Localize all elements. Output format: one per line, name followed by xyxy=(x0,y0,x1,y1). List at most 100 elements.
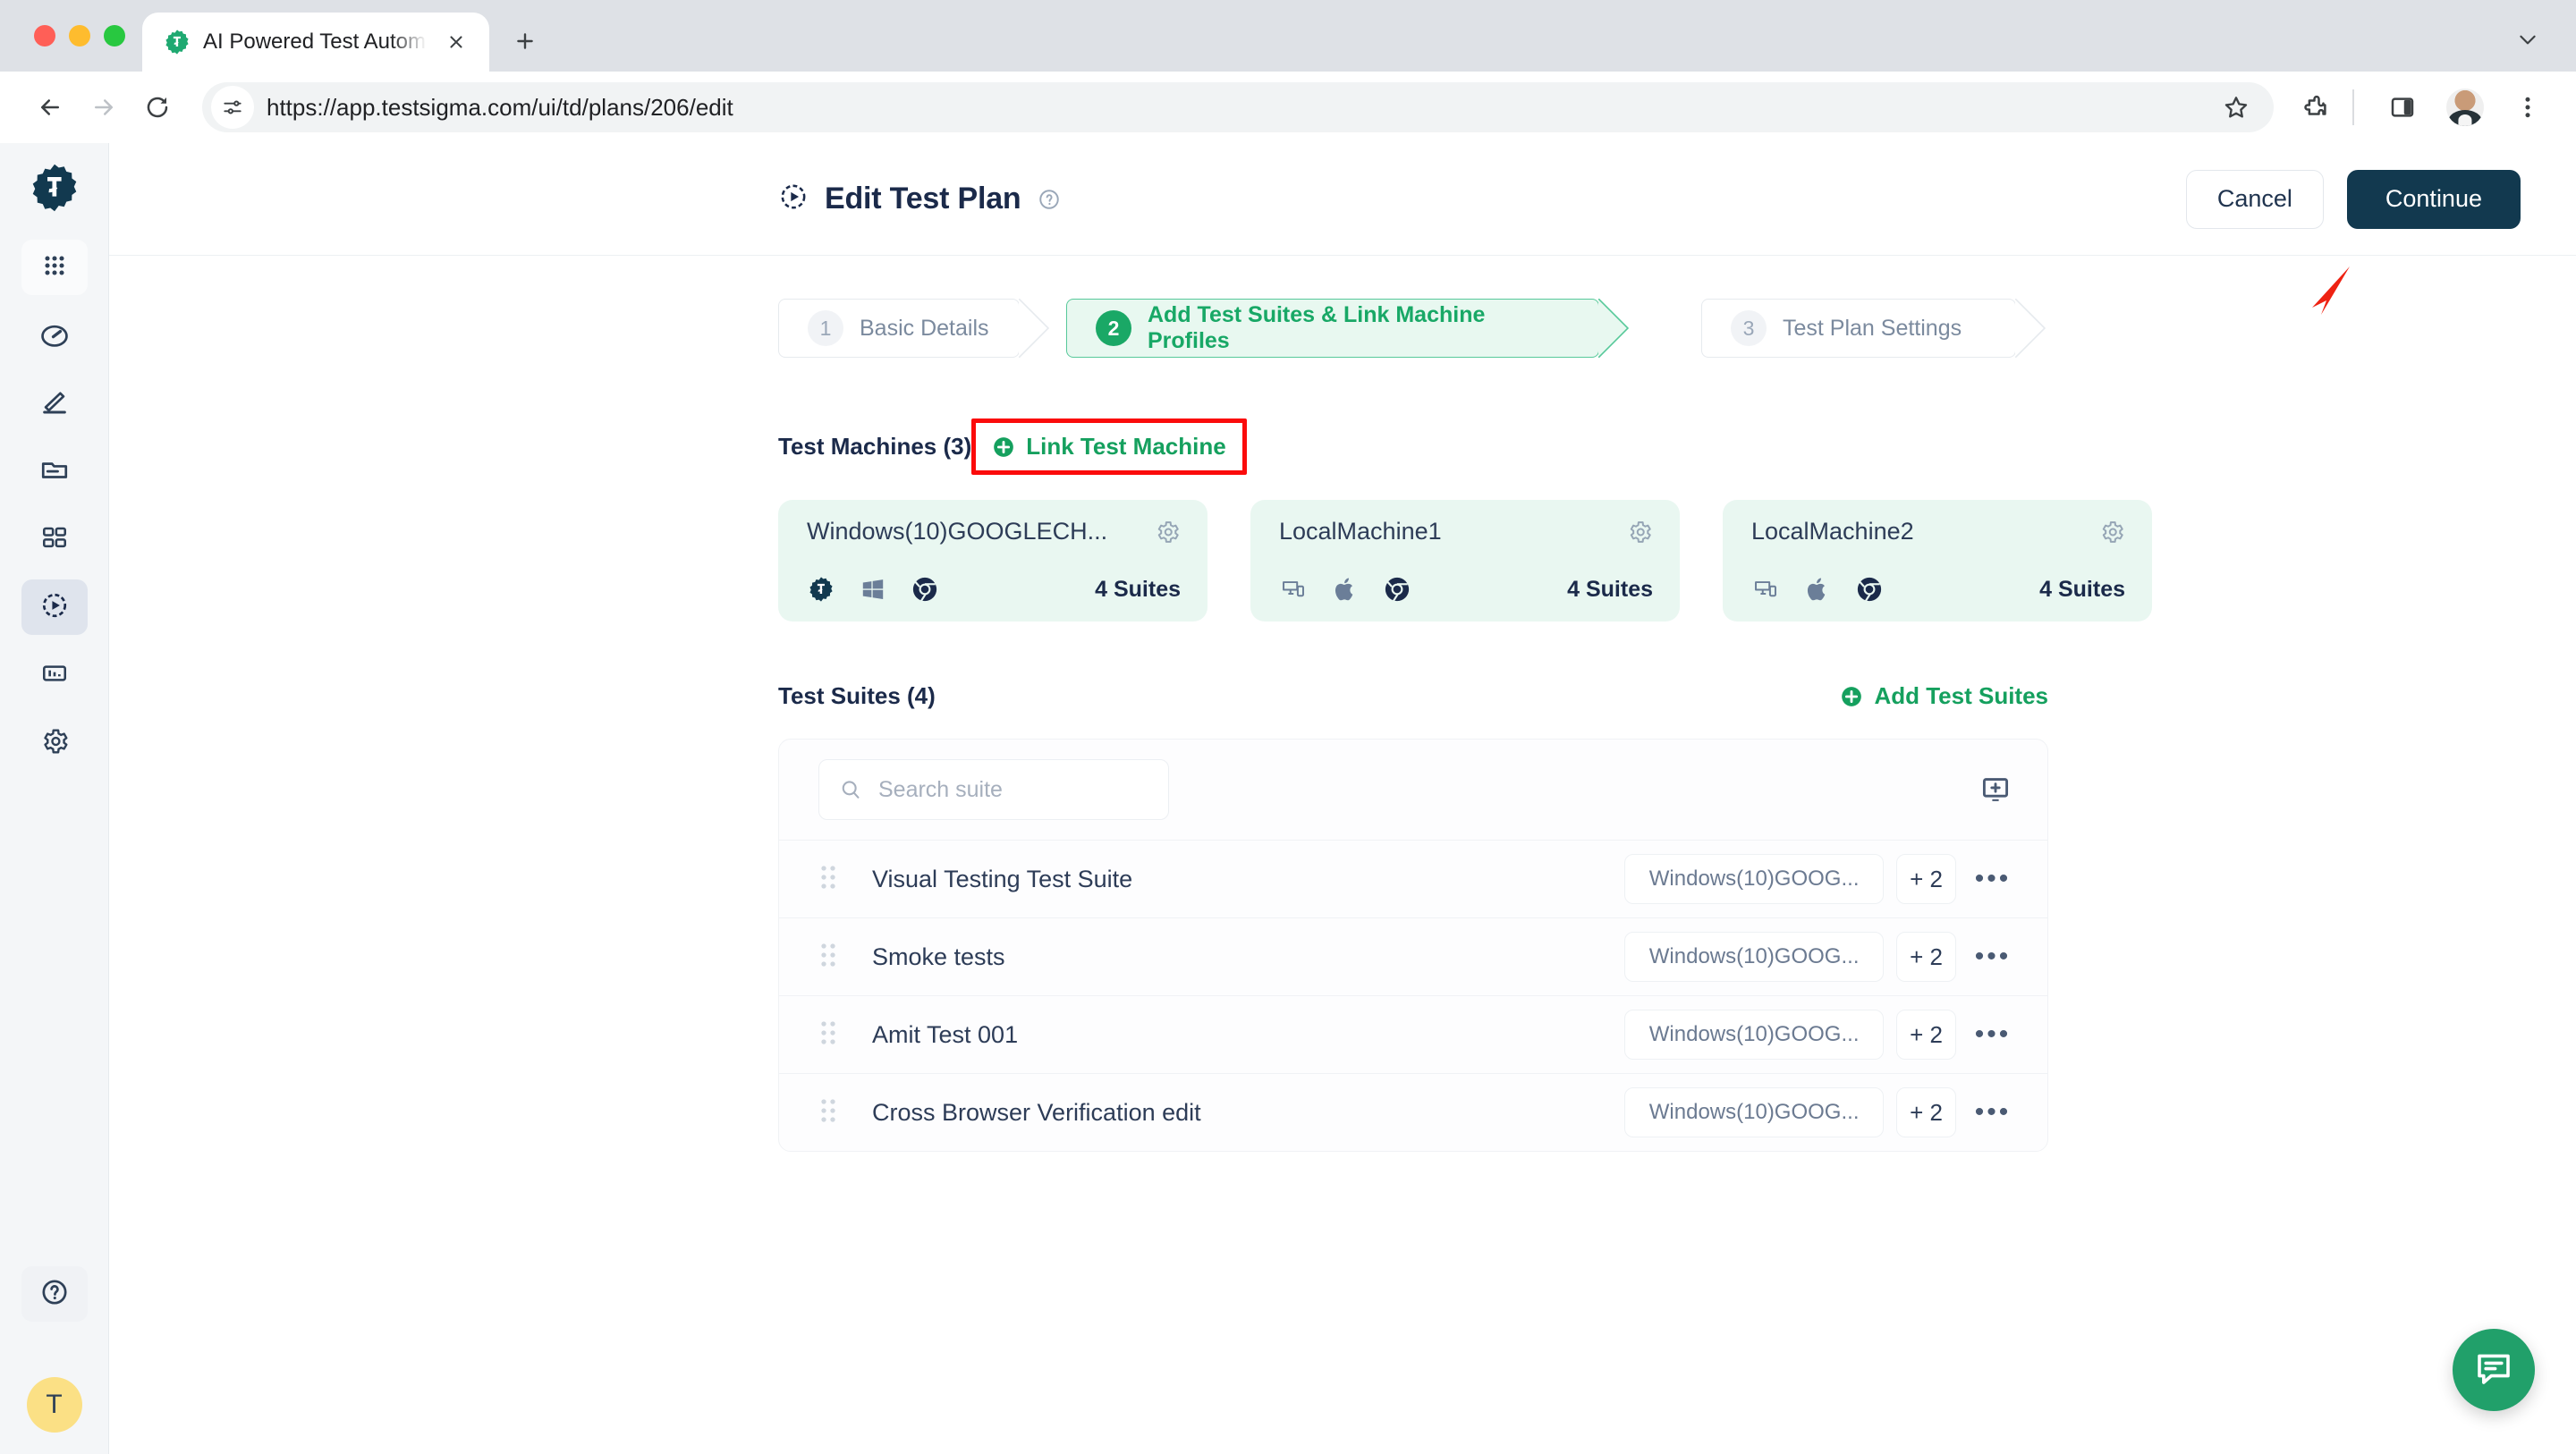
sidebar-item-reports[interactable] xyxy=(21,647,88,703)
suite-machine-chip[interactable]: Windows(10)GOOG... xyxy=(1624,932,1885,982)
new-tab-button[interactable] xyxy=(502,18,548,64)
windows-icon xyxy=(859,575,887,604)
three-dot-menu-icon[interactable] xyxy=(2503,82,2553,132)
suite-name: Cross Browser Verification edit xyxy=(872,1098,1201,1126)
user-avatar[interactable]: T xyxy=(26,1377,82,1433)
gear-icon[interactable] xyxy=(1626,519,1653,545)
extensions-puzzle-icon[interactable] xyxy=(2292,82,2342,132)
play-circle-icon xyxy=(778,182,809,216)
step-label: Basic Details xyxy=(860,315,989,341)
maximize-window-button[interactable] xyxy=(104,25,125,46)
star-icon[interactable] xyxy=(2211,82,2261,132)
close-tab-button[interactable] xyxy=(439,25,473,59)
step-basic-details[interactable]: 1 Basic Details xyxy=(778,299,1049,358)
row-menu-icon[interactable]: ••• xyxy=(1969,1010,2017,1059)
suite-extra-machines-chip[interactable]: + 2 xyxy=(1896,1087,1956,1137)
chat-support-button[interactable] xyxy=(2453,1329,2535,1411)
gear-icon[interactable] xyxy=(1154,519,1181,545)
machine-card[interactable]: LocalMachine1 4 Suites xyxy=(1250,500,1680,621)
machine-name: LocalMachine2 xyxy=(1751,518,1914,545)
testsigma-gear-icon xyxy=(807,575,835,604)
side-panel-icon[interactable] xyxy=(2377,82,2428,132)
link-test-machine-button[interactable]: Link Test Machine xyxy=(992,433,1226,461)
link-test-machine-highlight: Link Test Machine xyxy=(971,418,1247,475)
browser-tab[interactable]: AI Powered Test Automation P xyxy=(142,13,489,72)
suite-machine-chip[interactable]: Windows(10)GOOG... xyxy=(1624,1010,1885,1060)
suite-extra-machines-chip[interactable]: + 2 xyxy=(1896,932,1956,982)
drag-handle-icon[interactable] xyxy=(818,942,843,972)
cancel-button[interactable]: Cancel xyxy=(2185,169,2324,229)
suite-extra-machines-chip[interactable]: + 2 xyxy=(1896,1010,1956,1060)
chrome-icon xyxy=(1855,575,1884,604)
chevron-down-icon[interactable] xyxy=(2506,18,2549,61)
plus-circle-icon xyxy=(1840,685,1863,708)
drag-handle-icon[interactable] xyxy=(818,1019,843,1050)
help-circle-icon[interactable] xyxy=(1038,188,1061,211)
apple-icon xyxy=(1803,575,1832,604)
close-window-button[interactable] xyxy=(34,25,55,46)
sidebar-item-test-suites[interactable] xyxy=(21,511,88,567)
table-row[interactable]: Cross Browser Verification edit Windows(… xyxy=(779,1073,2047,1151)
suite-name: Smoke tests xyxy=(872,943,1005,970)
devices-icon xyxy=(1751,575,1780,604)
address-bar[interactable]: https://app.testsigma.com/ui/td/plans/20… xyxy=(202,82,2274,132)
page-title-group: Edit Test Plan xyxy=(778,182,1061,216)
reload-icon[interactable] xyxy=(131,80,184,134)
speedometer-icon xyxy=(39,318,70,353)
step-add-test-suites[interactable]: 2 Add Test Suites & Link Machine Profile… xyxy=(1066,299,1629,358)
row-menu-icon[interactable]: ••• xyxy=(1969,1088,2017,1137)
step-number: 3 xyxy=(1731,310,1767,346)
machine-card-footer: 4 Suites xyxy=(807,575,1181,604)
suite-row-actions: Windows(10)GOOG... + 2 ••• xyxy=(1624,854,2017,904)
folder-icon xyxy=(39,454,70,489)
search-input[interactable] xyxy=(878,776,1148,803)
machine-card-header: LocalMachine1 xyxy=(1279,518,1653,545)
sidebar-item-create[interactable] xyxy=(21,376,88,431)
testsigma-logo[interactable] xyxy=(26,159,83,216)
test-machines-list: Windows(10)GOOGLECH... 4 Suites LocalMac… xyxy=(778,500,2576,621)
plus-circle-icon xyxy=(992,435,1015,459)
window-traffic-lights xyxy=(34,25,125,46)
bar-chart-icon xyxy=(40,659,69,692)
minimize-window-button[interactable] xyxy=(69,25,90,46)
forward-arrow-icon[interactable] xyxy=(77,80,131,134)
help-button[interactable] xyxy=(21,1266,88,1322)
search-icon xyxy=(839,778,862,801)
sidebar-item-test-plans[interactable] xyxy=(21,579,88,635)
chrome-icon xyxy=(1383,575,1411,604)
grid-dots-icon xyxy=(40,251,69,284)
suite-name: Visual Testing Test Suite xyxy=(872,865,1133,892)
browser-window: AI Powered Test Automation P xyxy=(0,0,2576,1454)
test-suites-title: Test Suites (4) xyxy=(778,682,936,709)
site-settings-icon[interactable] xyxy=(211,86,254,129)
sidebar-item-test-cases[interactable] xyxy=(21,444,88,499)
test-machines-header: Test Machines (3) Link Test Machine xyxy=(778,418,2048,475)
add-screen-icon[interactable] xyxy=(1974,768,2017,811)
profile-avatar[interactable] xyxy=(2440,82,2490,132)
suite-extra-machines-chip[interactable]: + 2 xyxy=(1896,854,1956,904)
gear-icon[interactable] xyxy=(2098,519,2125,545)
suite-machine-chip[interactable]: Windows(10)GOOG... xyxy=(1624,854,1885,904)
table-row[interactable]: Smoke tests Windows(10)GOOG... + 2 ••• xyxy=(779,917,2047,995)
machine-suites-count: 4 Suites xyxy=(1095,576,1181,602)
back-arrow-icon[interactable] xyxy=(23,80,77,134)
suite-machine-chip[interactable]: Windows(10)GOOG... xyxy=(1624,1087,1885,1137)
chrome-icon xyxy=(911,575,939,604)
table-row[interactable]: Amit Test 001 Windows(10)GOOG... + 2 ••• xyxy=(779,995,2047,1073)
red-arrow-cursor xyxy=(2303,263,2357,334)
drag-handle-icon[interactable] xyxy=(818,1097,843,1128)
row-menu-icon[interactable]: ••• xyxy=(1969,855,2017,903)
continue-button[interactable]: Continue xyxy=(2346,169,2521,229)
row-menu-icon[interactable]: ••• xyxy=(1969,933,2017,981)
sidebar-item-dashboard[interactable] xyxy=(21,308,88,363)
machine-card[interactable]: LocalMachine2 4 Suites xyxy=(1723,500,2152,621)
machine-card-header: Windows(10)GOOGLECH... xyxy=(807,518,1181,545)
step-test-plan-settings[interactable]: 3 Test Plan Settings xyxy=(1701,299,2046,358)
table-row[interactable]: Visual Testing Test Suite Windows(10)GOO… xyxy=(779,840,2047,917)
machine-card[interactable]: Windows(10)GOOGLECH... 4 Suites xyxy=(778,500,1208,621)
sidebar-item-settings[interactable] xyxy=(21,715,88,771)
add-test-suites-button[interactable]: Add Test Suites xyxy=(1840,682,2048,710)
search-suite-box[interactable] xyxy=(818,759,1169,820)
sidebar-item-apps-grid[interactable] xyxy=(21,240,88,295)
drag-handle-icon[interactable] xyxy=(818,864,843,894)
